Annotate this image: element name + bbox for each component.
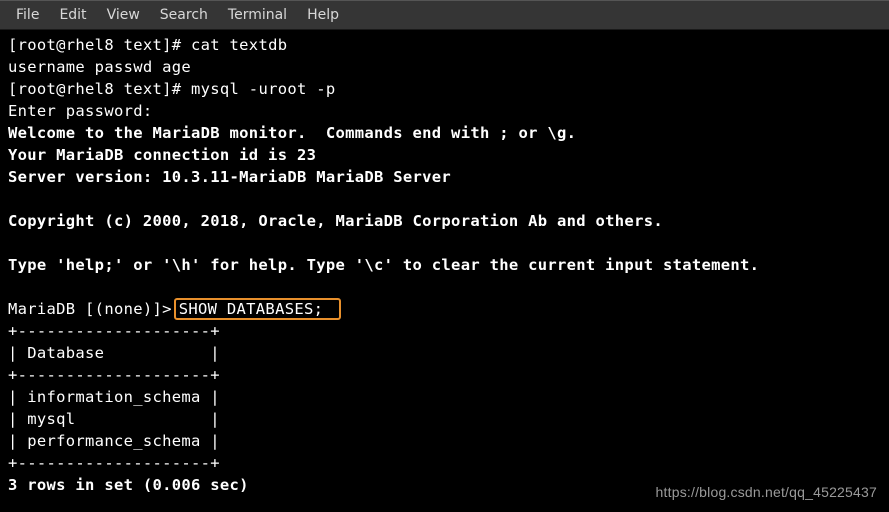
table-border: +--------------------+ xyxy=(8,454,220,472)
result-summary: 3 rows in set (0.006 sec) xyxy=(8,476,249,494)
table-border: +--------------------+ xyxy=(8,366,220,384)
command-text: cat textdb xyxy=(191,36,287,54)
menu-help[interactable]: Help xyxy=(297,3,349,27)
menu-search[interactable]: Search xyxy=(150,3,218,27)
table-row: | mysql | xyxy=(8,410,220,428)
output-line: Copyright (c) 2000, 2018, Oracle, MariaD… xyxy=(8,212,663,230)
output-line: Your MariaDB connection id is 23 xyxy=(8,146,316,164)
output-line: username passwd age xyxy=(8,58,191,76)
table-row: | performance_schema | xyxy=(8,432,220,450)
menu-edit[interactable]: Edit xyxy=(49,3,96,27)
command-text: mysql -uroot -p xyxy=(191,80,335,98)
table-header: | Database | xyxy=(8,344,220,362)
output-line: Type 'help;' or '\h' for help. Type '\c'… xyxy=(8,256,759,274)
table-row: | information_schema | xyxy=(8,388,220,406)
output-line: Enter password: xyxy=(8,102,152,120)
menu-file[interactable]: File xyxy=(6,3,49,27)
output-line: Welcome to the MariaDB monitor. Commands… xyxy=(8,124,576,142)
output-line: Server version: 10.3.11-MariaDB MariaDB … xyxy=(8,168,451,186)
mariadb-prompt: MariaDB [(none)]> xyxy=(8,300,172,318)
highlighted-command: SHOW DATABASES; xyxy=(174,298,341,320)
menubar: File Edit View Search Terminal Help xyxy=(0,0,889,30)
shell-prompt: [root@rhel8 text]# xyxy=(8,36,191,54)
watermark: https://blog.csdn.net/qq_45225437 xyxy=(656,484,877,500)
terminal-output[interactable]: [root@rhel8 text]# cat textdb username p… xyxy=(0,30,889,504)
shell-prompt: [root@rhel8 text]# xyxy=(8,80,191,98)
menu-terminal[interactable]: Terminal xyxy=(218,3,297,27)
menu-view[interactable]: View xyxy=(97,3,150,27)
table-border: +--------------------+ xyxy=(8,322,220,340)
